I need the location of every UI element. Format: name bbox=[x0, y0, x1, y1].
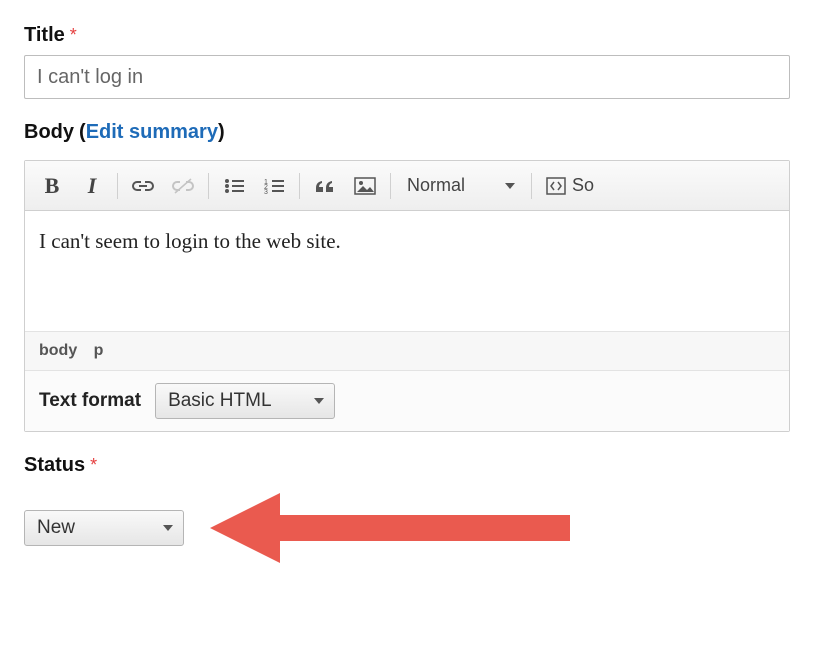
status-select[interactable]: New bbox=[24, 510, 184, 546]
text-format-label: Text format bbox=[39, 390, 141, 412]
link-button[interactable] bbox=[128, 171, 158, 201]
arrow-left-icon bbox=[210, 493, 570, 563]
bullet-list-button[interactable] bbox=[219, 171, 249, 201]
text-format-select[interactable]: Basic HTML bbox=[155, 383, 335, 419]
italic-button[interactable]: I bbox=[77, 171, 107, 201]
source-label: So bbox=[572, 175, 594, 196]
toolbar-separator bbox=[117, 173, 118, 199]
bold-button[interactable]: B bbox=[37, 171, 67, 201]
toolbar-separator bbox=[208, 173, 209, 199]
chevron-down-icon bbox=[314, 398, 324, 404]
path-body[interactable]: body bbox=[39, 342, 77, 359]
edit-summary-link[interactable]: Edit summary bbox=[86, 121, 218, 143]
status-value: New bbox=[37, 517, 75, 539]
required-marker: * bbox=[70, 25, 77, 45]
blockquote-button[interactable] bbox=[310, 171, 340, 201]
required-marker: * bbox=[90, 455, 97, 475]
link-icon bbox=[132, 179, 154, 193]
image-icon bbox=[354, 177, 376, 195]
path-p[interactable]: p bbox=[94, 342, 104, 359]
paragraph-format-value: Normal bbox=[407, 175, 465, 196]
status-label: Status bbox=[24, 454, 85, 477]
text-format-row: Text format Basic HTML bbox=[25, 370, 789, 431]
title-field: Title * bbox=[24, 24, 790, 99]
title-input[interactable] bbox=[24, 55, 790, 99]
chevron-down-icon bbox=[163, 525, 173, 531]
numbered-list-button[interactable]: 1 2 3 bbox=[259, 171, 289, 201]
toolbar-separator bbox=[299, 173, 300, 199]
toolbar-separator bbox=[390, 173, 391, 199]
editor-toolbar: B I bbox=[25, 161, 789, 211]
image-button[interactable] bbox=[350, 171, 380, 201]
unlink-icon bbox=[172, 178, 194, 194]
title-label: Title bbox=[24, 24, 65, 47]
status-field: Status * New bbox=[24, 454, 790, 563]
source-button[interactable]: So bbox=[542, 171, 598, 201]
quote-icon bbox=[314, 178, 336, 194]
status-row: New bbox=[24, 493, 790, 563]
chevron-down-icon bbox=[505, 183, 515, 189]
bullet-list-icon bbox=[224, 178, 244, 194]
numbered-list-icon: 1 2 3 bbox=[264, 178, 284, 194]
element-path-bar: body p bbox=[25, 331, 789, 370]
text-format-value: Basic HTML bbox=[168, 390, 271, 412]
body-field: Body (Edit summary) B I bbox=[24, 121, 790, 432]
paragraph-format-select[interactable]: Normal bbox=[401, 171, 521, 200]
unlink-button bbox=[168, 171, 198, 201]
body-label: Body bbox=[24, 121, 74, 144]
toolbar-separator bbox=[531, 173, 532, 199]
svg-text:3: 3 bbox=[264, 189, 268, 194]
rich-text-editor: B I bbox=[24, 160, 790, 432]
editor-content[interactable]: I can't seem to login to the web site. bbox=[25, 211, 789, 331]
annotation-arrow bbox=[210, 493, 570, 563]
source-icon bbox=[546, 177, 566, 195]
